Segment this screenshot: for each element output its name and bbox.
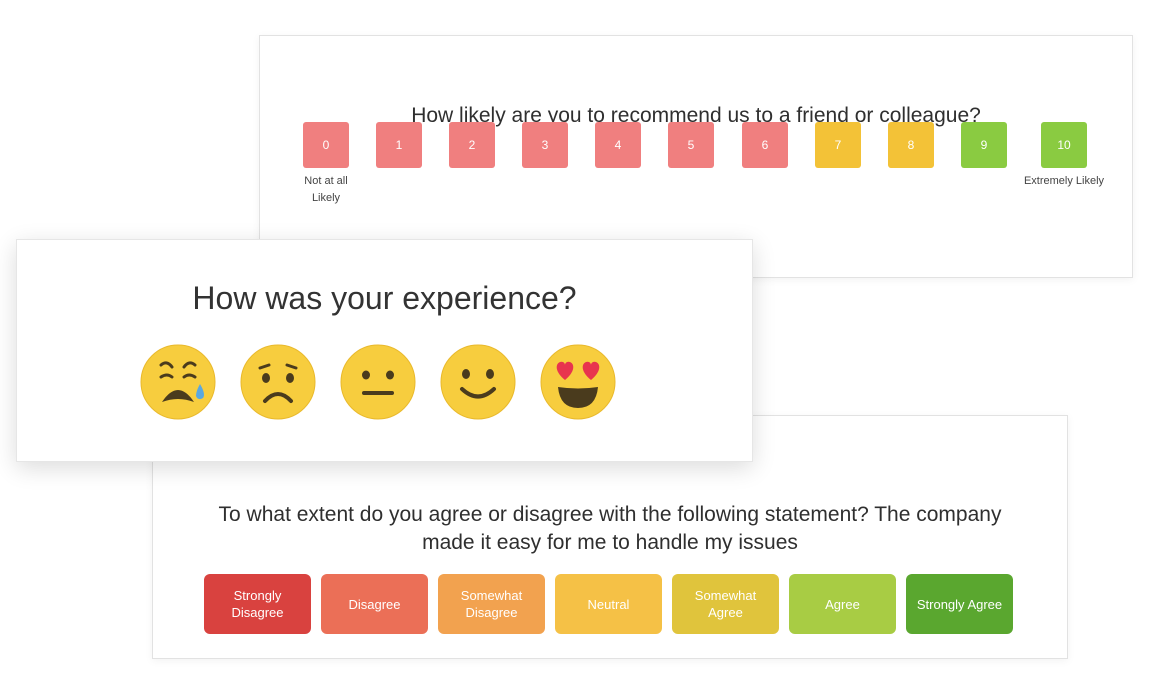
nps-low-label: Not at all Likely xyxy=(304,175,348,204)
nps-high-label: Extremely Likely xyxy=(1023,175,1105,187)
likert-option-label: Somewhat Agree xyxy=(694,588,757,620)
nps-option-9[interactable]: 9 xyxy=(961,122,1007,168)
nps-option-8[interactable]: 8 xyxy=(888,122,934,168)
experience-survey-card: How was your experience? xyxy=(16,239,753,462)
nps-option-3[interactable]: 3 xyxy=(522,122,568,168)
likert-option-agree[interactable]: Agree xyxy=(789,574,896,634)
nps-option-4[interactable]: 4 xyxy=(595,122,641,168)
likert-option-label: Agree xyxy=(825,596,860,612)
nps-option-7[interactable]: 7 xyxy=(815,122,861,168)
likert-option-label: Neutral xyxy=(587,596,630,612)
nps-option-0[interactable]: 0 xyxy=(303,122,349,168)
likert-option-label: Strongly Disagree xyxy=(231,588,284,620)
nps-option-2[interactable]: 2 xyxy=(449,122,495,168)
nps-option-1[interactable]: 1 xyxy=(376,122,422,168)
likert-option-strongly-disagree[interactable]: Strongly Disagree xyxy=(204,574,311,634)
likert-question: To what extent do you agree or disagree … xyxy=(218,503,1002,554)
likert-option-label: Strongly Agree xyxy=(916,596,1003,612)
likert-option-somewhat-agree[interactable]: Somewhat Agree xyxy=(672,574,779,634)
likert-option-label: Somewhat Disagree xyxy=(460,588,523,620)
sad-face-icon[interactable] xyxy=(240,344,316,420)
neutral-face-icon[interactable] xyxy=(340,344,416,420)
likert-option-neutral[interactable]: Neutral xyxy=(555,574,662,634)
heart-eyes-face-icon[interactable] xyxy=(540,344,616,420)
likert-option-label: Disagree xyxy=(348,596,401,612)
nps-option-5[interactable]: 5 xyxy=(668,122,714,168)
likert-option-somewhat-disagree[interactable]: Somewhat Disagree xyxy=(438,574,545,634)
nps-option-6[interactable]: 6 xyxy=(742,122,788,168)
nps-option-10[interactable]: 10 xyxy=(1041,122,1087,168)
likert-option-disagree[interactable]: Disagree xyxy=(321,574,428,634)
experience-question: How was your experience? xyxy=(192,280,577,316)
likert-option-strongly-agree[interactable]: Strongly Agree xyxy=(906,574,1013,634)
smiling-face-icon[interactable] xyxy=(440,344,516,420)
crying-face-icon[interactable] xyxy=(140,344,216,420)
